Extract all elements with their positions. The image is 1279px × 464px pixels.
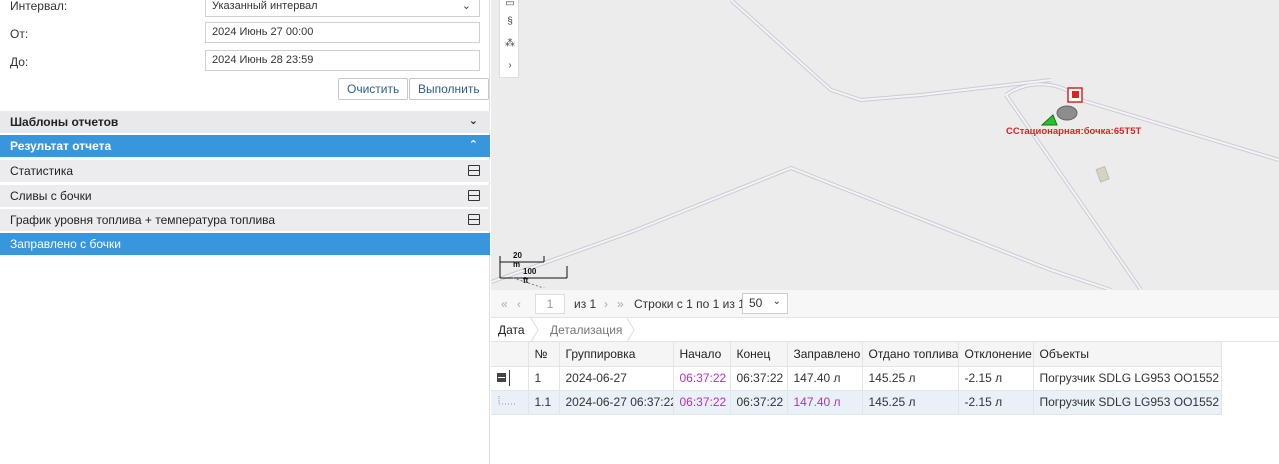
col-toggle [491,342,529,367]
execute-button[interactable]: Выполнить [409,78,489,100]
page-of: из 1 [574,297,597,311]
scale-feet: 100 ft [523,267,537,285]
tab-detail[interactable]: Детализация [543,318,629,342]
col-group[interactable]: Группировка [559,342,674,367]
chevron-up-icon: ⌃ [468,139,478,151]
cell-objects: Погрузчик SDLG LG953 OO1552 73 [1033,366,1222,391]
chevron-down-icon: ⌄ [468,115,478,127]
divider [509,370,510,386]
app-root: Интервал: Указанный интервал ⌄ От: 2024 … [0,0,1279,464]
grid-tabs: Дата Детализация [491,318,1279,342]
interval-label: Интервал: [10,0,68,13]
report-panel: Интервал: Указанный интервал ⌄ От: 2024 … [0,0,490,464]
interval-select[interactable]: Указанный интервал ⌄ [205,0,480,17]
to-input[interactable]: 2024 Июнь 28 23:59 [205,50,480,71]
fuel-tank-icon[interactable] [1040,87,1083,126]
tree-line-icon [498,396,515,405]
tab-date[interactable]: Дата [491,318,532,342]
cell-filled: 147.40 л [787,366,863,391]
result-item-statistics[interactable]: Статистика [0,160,490,182]
chevron-down-icon: ⌄ [461,0,471,12]
marker-label: CСтационарная:бочка:65T5T [1006,126,1142,137]
cell-number: 1.1 [528,390,560,415]
col-number[interactable]: № [528,342,560,367]
chevron-right-icon[interactable]: › [503,59,517,73]
templates-title: Шаблоны отчетов [10,115,119,129]
table-header: № Группировка Начало Конец Заправлено От… [491,342,1222,367]
chevron-down-icon: ⌄ [772,296,781,307]
table-icon[interactable] [468,165,480,176]
result-item-label: Заправлено с бочки [10,237,121,251]
result-item-label: Статистика [10,164,74,178]
map-roads [491,0,1279,290]
result-item-drains[interactable]: Сливы с бочки [0,185,490,207]
page-size-select[interactable]: 50 ⌄ [742,293,788,314]
last-page-icon[interactable]: » [617,297,624,311]
cell-deviation: -2.15 л [958,390,1034,415]
cell-end: 06:37:22 [730,390,788,415]
cell-given: 145.25 л [862,390,959,415]
route-icon[interactable]: § [503,15,517,29]
from-input[interactable]: 2024 Июнь 27 00:00 [205,22,480,43]
cell-group: 2024-06-27 06:37:22 [559,390,674,415]
cell-number: 1 [528,366,560,391]
cell-deviation: -2.15 л [958,366,1034,391]
result-item-label: Сливы с бочки [10,189,92,203]
rows-info: Строки с 1 по 1 из 1 [634,297,745,311]
cell-end: 06:37:22 [730,366,788,391]
row-tree-line [491,390,529,415]
nodes-icon[interactable]: ⁂ [503,37,517,51]
page-size-value: 50 [749,296,763,310]
pager: « ‹ 1 из 1 › » Строки с 1 по 1 из 1 50 ⌄ [491,290,1279,318]
cell-objects: Погрузчик SDLG LG953 OO1552 73 [1033,390,1222,415]
templates-section[interactable]: Шаблоны отчетов ⌄ [0,111,490,133]
cell-given: 145.25 л [862,366,959,391]
result-item-fuel-chart[interactable]: График уровня топлива + температура топл… [0,209,490,231]
row-toggle[interactable] [491,366,529,391]
col-objects[interactable]: Объекты [1033,342,1222,367]
clear-button[interactable]: Очистить [338,78,409,100]
col-start[interactable]: Начало [673,342,731,367]
scale-meters: 20 m [513,251,522,269]
result-section[interactable]: Результат отчета ⌃ [0,135,490,157]
col-given[interactable]: Отдано топлива [862,342,959,367]
table-row[interactable]: 1 2024-06-27 06:37:22 06:37:22 147.40 л … [491,366,1222,391]
col-filled[interactable]: Заправлено [787,342,863,367]
interval-row: Интервал: Указанный интервал ⌄ [0,0,490,18]
results-table: № Группировка Начало Конец Заправлено От… [491,342,1222,415]
next-page-icon[interactable]: › [604,297,608,311]
prev-page-icon[interactable]: ‹ [517,297,521,311]
col-end[interactable]: Конец [730,342,788,367]
result-item-label: График уровня топлива + температура топл… [10,213,276,227]
ruler-icon[interactable]: ▭ [503,0,517,11]
cell-filled[interactable]: 147.40 л [787,390,863,415]
cell-group: 2024-06-27 [559,366,674,391]
map-toolbar: ▭ § ⁂ › [499,0,519,78]
to-label: До: [10,55,29,69]
first-page-icon[interactable]: « [501,297,508,311]
collapse-icon[interactable] [497,373,506,383]
to-row: До: 2024 Июнь 28 23:59 [0,50,490,74]
from-label: От: [10,27,29,41]
interval-value: Указанный интервал [212,0,318,12]
cell-start[interactable]: 06:37:22 [673,366,731,391]
map-view[interactable]: ▭ § ⁂ › CСтационарная:бочка:65T5T 20 m 1… [491,0,1279,290]
result-title: Результат отчета [10,139,112,153]
cell-start[interactable]: 06:37:22 [673,390,731,415]
page-input[interactable]: 1 [535,294,565,314]
table-icon[interactable] [468,214,480,225]
report-grid: « ‹ 1 из 1 › » Строки с 1 по 1 из 1 50 ⌄… [491,290,1279,464]
table-row[interactable]: 1.1 2024-06-27 06:37:22 06:37:22 06:37:2… [491,390,1222,415]
from-row: От: 2024 Июнь 27 00:00 [0,22,490,46]
col-deviation[interactable]: Отклонение [958,342,1034,367]
result-item-refueled[interactable]: Заправлено с бочки [0,233,490,255]
table-icon[interactable] [468,190,480,201]
